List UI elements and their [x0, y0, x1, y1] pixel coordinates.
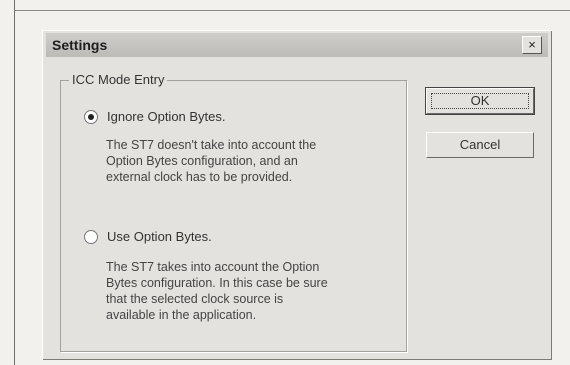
- settings-dialog: Settings × ICC Mode Entry Ignore Option …: [42, 30, 552, 360]
- icc-mode-entry-group: ICC Mode Entry Ignore Option Bytes. The …: [60, 72, 407, 352]
- group-label: ICC Mode Entry: [69, 72, 168, 87]
- close-icon: ×: [528, 37, 536, 52]
- close-button[interactable]: ×: [522, 36, 542, 54]
- radio-ignore-option-bytes[interactable]: Ignore Option Bytes.: [84, 109, 226, 124]
- cancel-button[interactable]: Cancel: [426, 132, 534, 158]
- option-description: The ST7 takes into account the Option By…: [106, 260, 328, 322]
- title-bar[interactable]: Settings ×: [46, 33, 548, 57]
- radio-use-option-bytes[interactable]: Use Option Bytes.: [84, 229, 212, 244]
- page-left-rule: [14, 0, 15, 365]
- option-description: The ST7 doesn't take into account the Op…: [106, 138, 317, 184]
- dialog-title: Settings: [52, 37, 108, 53]
- radio-button-icon[interactable]: [84, 109, 98, 124]
- focus-rectangle: [431, 93, 529, 109]
- ok-button[interactable]: OK: [425, 87, 535, 115]
- radio-label: Use Option Bytes.: [107, 229, 212, 244]
- radio-label: Ignore Option Bytes.: [107, 109, 226, 124]
- radio-selected-dot: [88, 113, 94, 120]
- page-top-rule: [14, 10, 570, 11]
- cancel-button-label: Cancel: [459, 137, 501, 152]
- radio-button-icon[interactable]: [84, 229, 98, 244]
